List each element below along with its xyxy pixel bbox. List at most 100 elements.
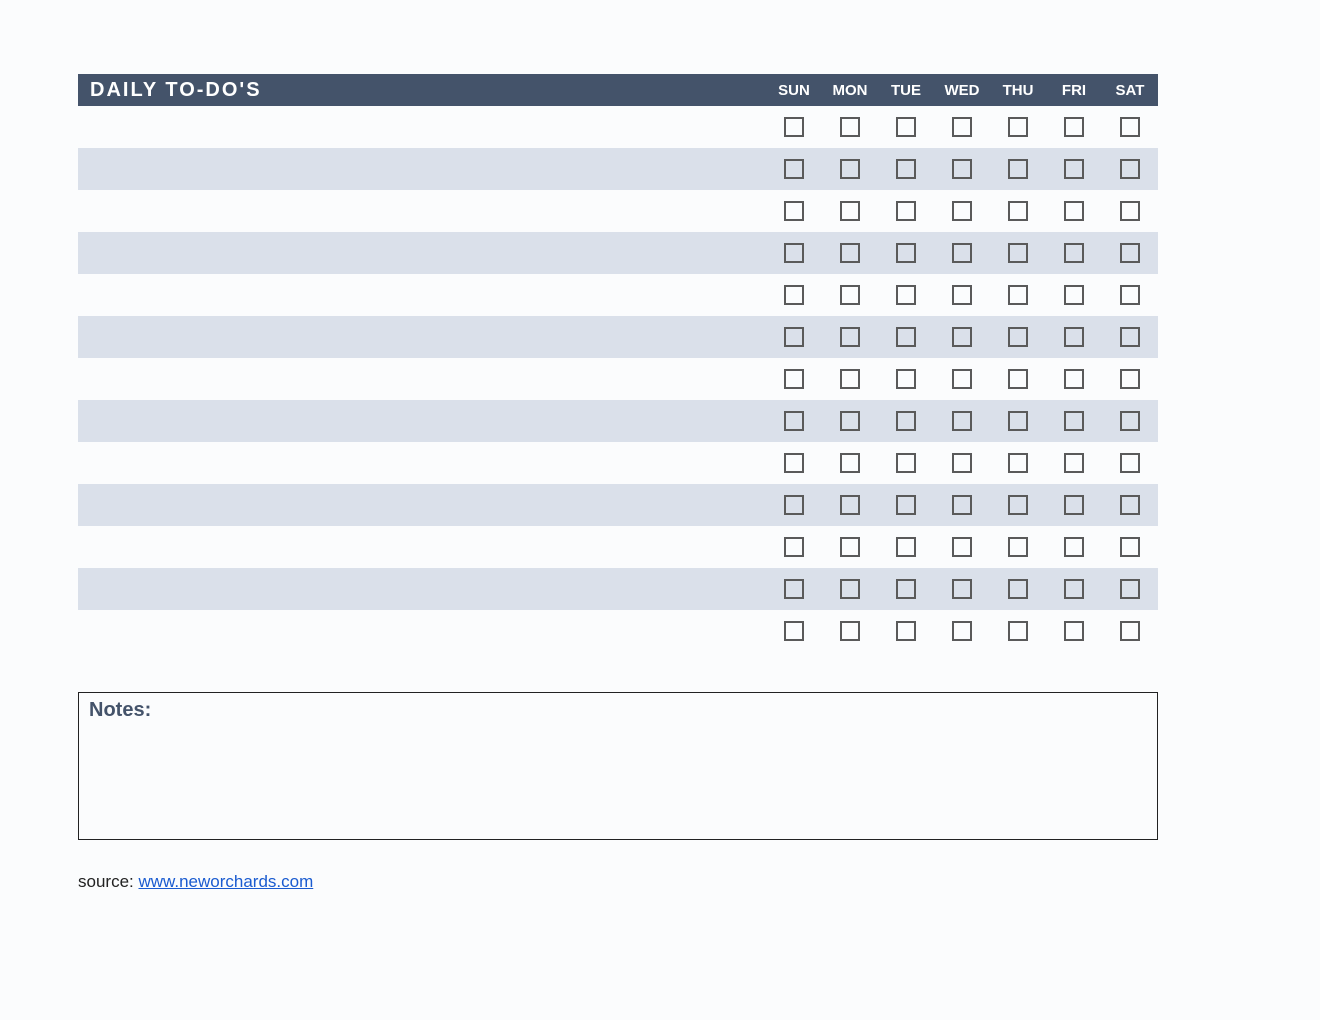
checkbox-icon[interactable] xyxy=(1008,117,1028,137)
checkbox-icon[interactable] xyxy=(1064,453,1084,473)
checkbox-icon[interactable] xyxy=(1064,117,1084,137)
checkbox-icon[interactable] xyxy=(840,537,860,557)
checkbox-icon[interactable] xyxy=(952,201,972,221)
checkbox-icon[interactable] xyxy=(1120,369,1140,389)
checkbox-icon[interactable] xyxy=(1008,453,1028,473)
checkbox-icon[interactable] xyxy=(952,411,972,431)
checkbox-icon[interactable] xyxy=(896,453,916,473)
checkbox-icon[interactable] xyxy=(896,243,916,263)
checkbox-icon[interactable] xyxy=(1064,579,1084,599)
checkbox-icon[interactable] xyxy=(784,411,804,431)
checkbox-icon[interactable] xyxy=(896,327,916,347)
checkbox-icon[interactable] xyxy=(1008,411,1028,431)
checkbox-icon[interactable] xyxy=(1064,327,1084,347)
checkbox-icon[interactable] xyxy=(896,621,916,641)
checkbox-icon[interactable] xyxy=(1008,243,1028,263)
checkbox-icon[interactable] xyxy=(1064,495,1084,515)
task-cell[interactable] xyxy=(78,358,766,400)
checkbox-icon[interactable] xyxy=(1120,201,1140,221)
checkbox-icon[interactable] xyxy=(1064,537,1084,557)
checkbox-icon[interactable] xyxy=(952,621,972,641)
checkbox-icon[interactable] xyxy=(1120,453,1140,473)
checkbox-icon[interactable] xyxy=(1120,159,1140,179)
checkbox-icon[interactable] xyxy=(952,537,972,557)
checkbox-icon[interactable] xyxy=(1064,285,1084,305)
task-cell[interactable] xyxy=(78,442,766,484)
task-cell[interactable] xyxy=(78,568,766,610)
checkbox-icon[interactable] xyxy=(1008,285,1028,305)
checkbox-icon[interactable] xyxy=(840,369,860,389)
checkbox-icon[interactable] xyxy=(952,285,972,305)
checkbox-icon[interactable] xyxy=(952,369,972,389)
checkbox-icon[interactable] xyxy=(1120,495,1140,515)
checkbox-icon[interactable] xyxy=(896,579,916,599)
checkbox-icon[interactable] xyxy=(896,411,916,431)
checkbox-icon[interactable] xyxy=(1008,327,1028,347)
checkbox-icon[interactable] xyxy=(840,117,860,137)
task-cell[interactable] xyxy=(78,400,766,442)
checkbox-icon[interactable] xyxy=(784,117,804,137)
checkbox-icon[interactable] xyxy=(896,201,916,221)
checkbox-icon[interactable] xyxy=(1064,621,1084,641)
checkbox-icon[interactable] xyxy=(1008,159,1028,179)
checkbox-icon[interactable] xyxy=(1008,537,1028,557)
checkbox-icon[interactable] xyxy=(1120,411,1140,431)
checkbox-icon[interactable] xyxy=(784,201,804,221)
checkbox-icon[interactable] xyxy=(952,327,972,347)
checkbox-icon[interactable] xyxy=(1064,201,1084,221)
checkbox-icon[interactable] xyxy=(1120,285,1140,305)
checkbox-icon[interactable] xyxy=(1008,369,1028,389)
checkbox-icon[interactable] xyxy=(784,621,804,641)
checkbox-icon[interactable] xyxy=(1064,243,1084,263)
notes-box[interactable]: Notes: xyxy=(78,692,1158,840)
task-cell[interactable] xyxy=(78,274,766,316)
checkbox-icon[interactable] xyxy=(1120,327,1140,347)
checkbox-icon[interactable] xyxy=(840,327,860,347)
checkbox-icon[interactable] xyxy=(784,285,804,305)
checkbox-icon[interactable] xyxy=(952,117,972,137)
task-cell[interactable] xyxy=(78,610,766,652)
checkbox-icon[interactable] xyxy=(896,537,916,557)
checkbox-icon[interactable] xyxy=(840,201,860,221)
checkbox-icon[interactable] xyxy=(840,285,860,305)
checkbox-icon[interactable] xyxy=(1120,579,1140,599)
checkbox-icon[interactable] xyxy=(952,159,972,179)
checkbox-icon[interactable] xyxy=(896,495,916,515)
task-cell[interactable] xyxy=(78,106,766,148)
checkbox-icon[interactable] xyxy=(784,243,804,263)
checkbox-icon[interactable] xyxy=(896,285,916,305)
checkbox-icon[interactable] xyxy=(840,453,860,473)
checkbox-icon[interactable] xyxy=(784,579,804,599)
task-cell[interactable] xyxy=(78,190,766,232)
source-link[interactable]: www.neworchards.com xyxy=(138,872,313,891)
checkbox-icon[interactable] xyxy=(840,243,860,263)
task-cell[interactable] xyxy=(78,526,766,568)
task-cell[interactable] xyxy=(78,484,766,526)
checkbox-icon[interactable] xyxy=(1120,537,1140,557)
checkbox-icon[interactable] xyxy=(952,453,972,473)
checkbox-icon[interactable] xyxy=(1120,621,1140,641)
checkbox-icon[interactable] xyxy=(896,159,916,179)
checkbox-icon[interactable] xyxy=(1120,117,1140,137)
checkbox-icon[interactable] xyxy=(784,159,804,179)
checkbox-icon[interactable] xyxy=(784,453,804,473)
checkbox-icon[interactable] xyxy=(784,537,804,557)
checkbox-icon[interactable] xyxy=(952,495,972,515)
task-cell[interactable] xyxy=(78,316,766,358)
checkbox-icon[interactable] xyxy=(840,495,860,515)
checkbox-icon[interactable] xyxy=(840,621,860,641)
checkbox-icon[interactable] xyxy=(952,579,972,599)
checkbox-icon[interactable] xyxy=(840,411,860,431)
checkbox-icon[interactable] xyxy=(784,327,804,347)
checkbox-icon[interactable] xyxy=(1120,243,1140,263)
checkbox-icon[interactable] xyxy=(1008,579,1028,599)
checkbox-icon[interactable] xyxy=(784,369,804,389)
checkbox-icon[interactable] xyxy=(1064,369,1084,389)
checkbox-icon[interactable] xyxy=(896,369,916,389)
checkbox-icon[interactable] xyxy=(1064,159,1084,179)
checkbox-icon[interactable] xyxy=(1064,411,1084,431)
checkbox-icon[interactable] xyxy=(1008,201,1028,221)
checkbox-icon[interactable] xyxy=(896,117,916,137)
checkbox-icon[interactable] xyxy=(840,159,860,179)
task-cell[interactable] xyxy=(78,148,766,190)
